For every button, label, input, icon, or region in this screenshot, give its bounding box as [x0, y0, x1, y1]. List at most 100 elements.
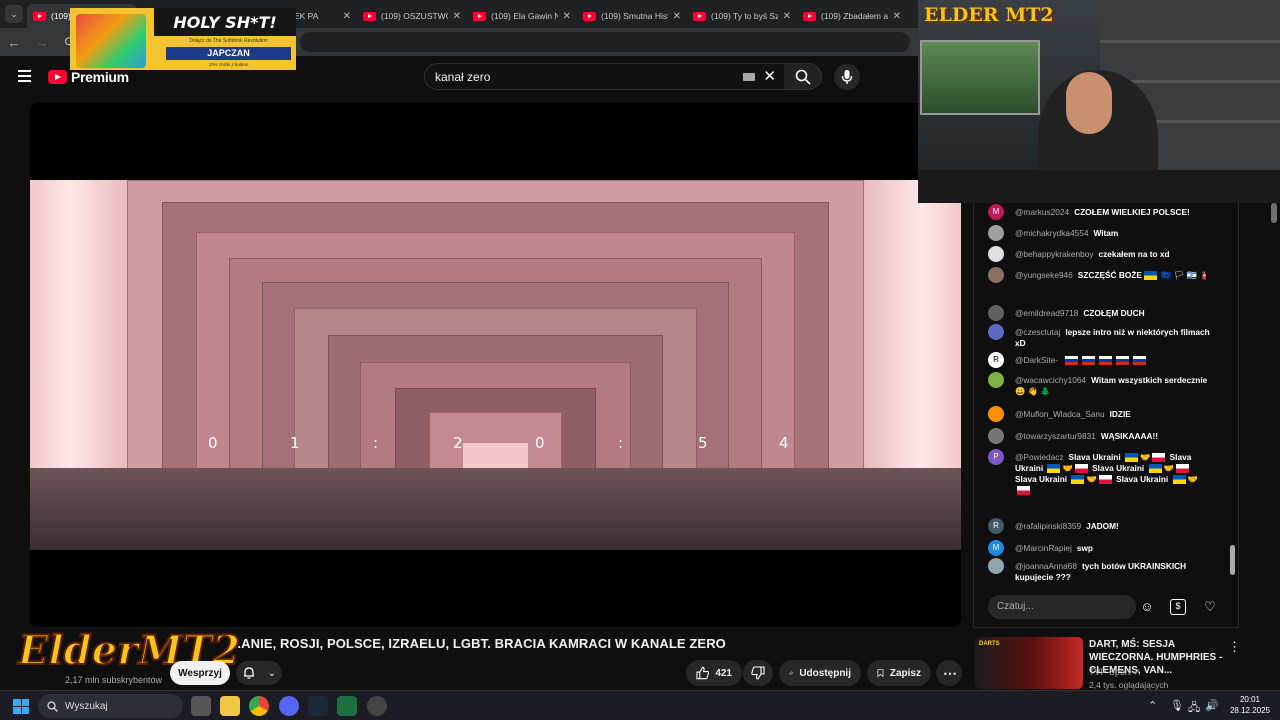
more-actions-button[interactable]: ⋯	[936, 660, 962, 686]
chat-author[interactable]: @yungseke946	[1015, 270, 1073, 280]
tray-expand-icon[interactable]: ⌃	[1148, 699, 1157, 712]
chat-message[interactable]: @yungseke946 SZCZĘŚĆ BOŻE 🇪🇺 🏳 🇮🇱 🧯	[988, 267, 1210, 283]
chat-message[interactable]: R @DarkSite-	[988, 352, 1210, 368]
chat-author[interactable]: @markus2024	[1015, 207, 1069, 217]
browser-tab[interactable]: (109) Ela Gawin N ✕	[467, 4, 577, 28]
heart-icon[interactable]: ♡	[1202, 599, 1218, 615]
search-query: kanał zero	[435, 69, 491, 84]
notification-bell-button[interactable]: ⌄	[236, 661, 282, 685]
more-options-icon[interactable]: ⋮	[1228, 639, 1241, 655]
emoji-icon[interactable]: ☺	[1139, 599, 1155, 615]
tab-close-icon[interactable]: ✕	[783, 11, 791, 22]
chat-message[interactable]: @behappykrakenboy czekałem na to xd	[988, 246, 1210, 262]
task-view-icon[interactable]	[191, 696, 211, 716]
browser-tab[interactable]: (109) Smutna Hist ✕	[577, 4, 687, 28]
obs-icon[interactable]	[367, 696, 387, 716]
chat-author[interactable]: @DarkSite-	[1015, 355, 1058, 365]
search-button[interactable]	[784, 63, 822, 90]
chat-avatar[interactable]	[988, 246, 1004, 262]
chrome-icon[interactable]	[249, 696, 269, 716]
chat-avatar[interactable]	[988, 558, 1004, 574]
tab-search-button[interactable]: ⌄	[5, 5, 23, 23]
chat-author[interactable]: @joannaAnna68	[1015, 561, 1077, 571]
chat-avatar[interactable]	[988, 225, 1004, 241]
promo-brand: JAPCZAN	[166, 47, 291, 60]
chat-message[interactable]: @michakrydka4554 Witam	[988, 225, 1210, 241]
chat-avatar[interactable]	[988, 372, 1004, 388]
guide-menu-icon[interactable]	[18, 70, 31, 85]
promo-headline: HOLY SH*T!	[173, 12, 277, 32]
chat-avatar[interactable]	[988, 324, 1004, 340]
chat-input[interactable]: Czatuj...	[988, 595, 1136, 619]
chat-scrollbar[interactable]	[1230, 545, 1235, 575]
tab-close-icon[interactable]: ✕	[453, 11, 461, 22]
chat-message[interactable]: @emildread9718 CZOŁĘM DUCH	[988, 305, 1210, 321]
chat-avatar[interactable]	[988, 428, 1004, 444]
chat-author[interactable]: @rafalipinski8359	[1015, 521, 1081, 531]
chat-message[interactable]: @wacawcichy1064 Witam wszystkich serdeczn…	[988, 372, 1210, 397]
tab-close-icon[interactable]: ✕	[893, 11, 901, 22]
support-button[interactable]: Wesprzyj	[170, 661, 230, 685]
chat-avatar[interactable]: R	[988, 518, 1004, 534]
chat-author[interactable]: @towarzyszartur9831	[1015, 431, 1096, 441]
chat-author[interactable]: @michakrydka4554	[1015, 228, 1088, 238]
chat-author[interactable]: @emildread9718	[1015, 308, 1078, 318]
browser-tab[interactable]: (109) OSZUSTWO ✕	[357, 4, 467, 28]
page-scrollbar[interactable]	[1271, 203, 1277, 223]
super-chat-icon[interactable]: $	[1170, 599, 1186, 615]
share-button[interactable]: Udostępnij	[779, 660, 861, 686]
browser-tab[interactable]: (109) Zbadałem a ✕	[797, 4, 907, 28]
chat-message[interactable]: P @Powiedacz Slava Ukraini 🤝 Slava Ukraini…	[988, 449, 1210, 496]
discord-icon[interactable]	[279, 696, 299, 716]
voice-search-button[interactable]	[834, 64, 860, 90]
tab-close-icon[interactable]: ✕	[343, 11, 351, 22]
flag-pl-icon	[1017, 486, 1030, 496]
recommended-video[interactable]: DARTS DART, MŚ: SESJA WIECZORNA. HUMPHRI…	[975, 637, 1265, 692]
chat-message[interactable]: R @rafalipinski8359 JADOM!	[988, 518, 1210, 534]
excel-icon[interactable]	[337, 696, 357, 716]
chat-avatar[interactable]	[988, 406, 1004, 422]
chat-message[interactable]: M @markus2024 CZOŁEM WIELKIEJ POLSCE!	[988, 204, 1210, 220]
volume-icon[interactable]: 🔊	[1205, 699, 1219, 712]
chat-author[interactable]: @Muflon_Wladca_Sanu	[1015, 409, 1105, 419]
like-button[interactable]: 421	[686, 660, 742, 686]
chat-message[interactable]: @towarzyszartur9831 WĄSIKAAAA!!	[988, 428, 1210, 444]
clock-date: 28.12.2025	[1229, 706, 1271, 715]
search-input[interactable]: kanał zero ✕	[424, 63, 786, 90]
clear-search-icon[interactable]: ✕	[763, 67, 776, 85]
chat-author[interactable]: @behappykrakenboy	[1015, 249, 1094, 259]
chat-avatar[interactable]: M	[988, 540, 1004, 556]
chat-avatar[interactable]	[988, 267, 1004, 283]
taskbar-search[interactable]: Wyszukaj	[38, 694, 183, 718]
back-button[interactable]: ←	[6, 35, 22, 50]
keyboard-icon[interactable]	[743, 73, 755, 81]
tab-close-icon[interactable]: ✕	[563, 11, 571, 22]
chat-author[interactable]: @MarcinRapiej	[1015, 543, 1072, 553]
omnibox[interactable]	[300, 32, 910, 52]
chat-avatar[interactable]: M	[988, 204, 1004, 220]
microphone-tray-icon[interactable]: 🎙	[1170, 699, 1184, 712]
save-button[interactable]: Zapisz	[867, 660, 931, 686]
chat-author[interactable]: @Powiedacz	[1015, 452, 1064, 462]
chat-avatar[interactable]: R	[988, 352, 1004, 368]
chat-message[interactable]: @czesctutaj lepsze intro niż w niektórych…	[988, 324, 1210, 349]
chat-avatar[interactable]: P	[988, 449, 1004, 465]
windows-start-icon[interactable]	[13, 699, 29, 714]
video-player[interactable]: 0 1: 2 0: 5 4	[30, 103, 961, 627]
chat-message[interactable]: @joannaAnna68 tych botów UKRAINSKICH kupu…	[988, 558, 1210, 583]
chat-message[interactable]: M @MarcinRapiej swp	[988, 540, 1210, 556]
youtube-premium-logo[interactable]: Premium	[48, 69, 129, 85]
file-explorer-icon[interactable]	[220, 696, 240, 716]
tab-close-icon[interactable]: ✕	[673, 11, 681, 22]
chat-avatar[interactable]	[988, 305, 1004, 321]
chat-author[interactable]: @czesctutaj	[1015, 327, 1060, 337]
network-icon[interactable]: 🖧	[1188, 699, 1200, 718]
chat-author[interactable]: @wacawcichy1064	[1015, 375, 1086, 385]
dislike-button[interactable]	[743, 660, 773, 686]
chat-text: Slava Ukraini	[1092, 463, 1145, 473]
forward-button[interactable]: →	[34, 35, 50, 50]
browser-tab[interactable]: (109) Ty to byś Sz ✕	[687, 4, 797, 28]
clock[interactable]: 20:01 28.12.2025	[1225, 694, 1275, 716]
chat-message[interactable]: @Muflon_Wladca_Sanu IDZIE	[988, 406, 1210, 422]
steam-icon[interactable]	[308, 696, 328, 716]
